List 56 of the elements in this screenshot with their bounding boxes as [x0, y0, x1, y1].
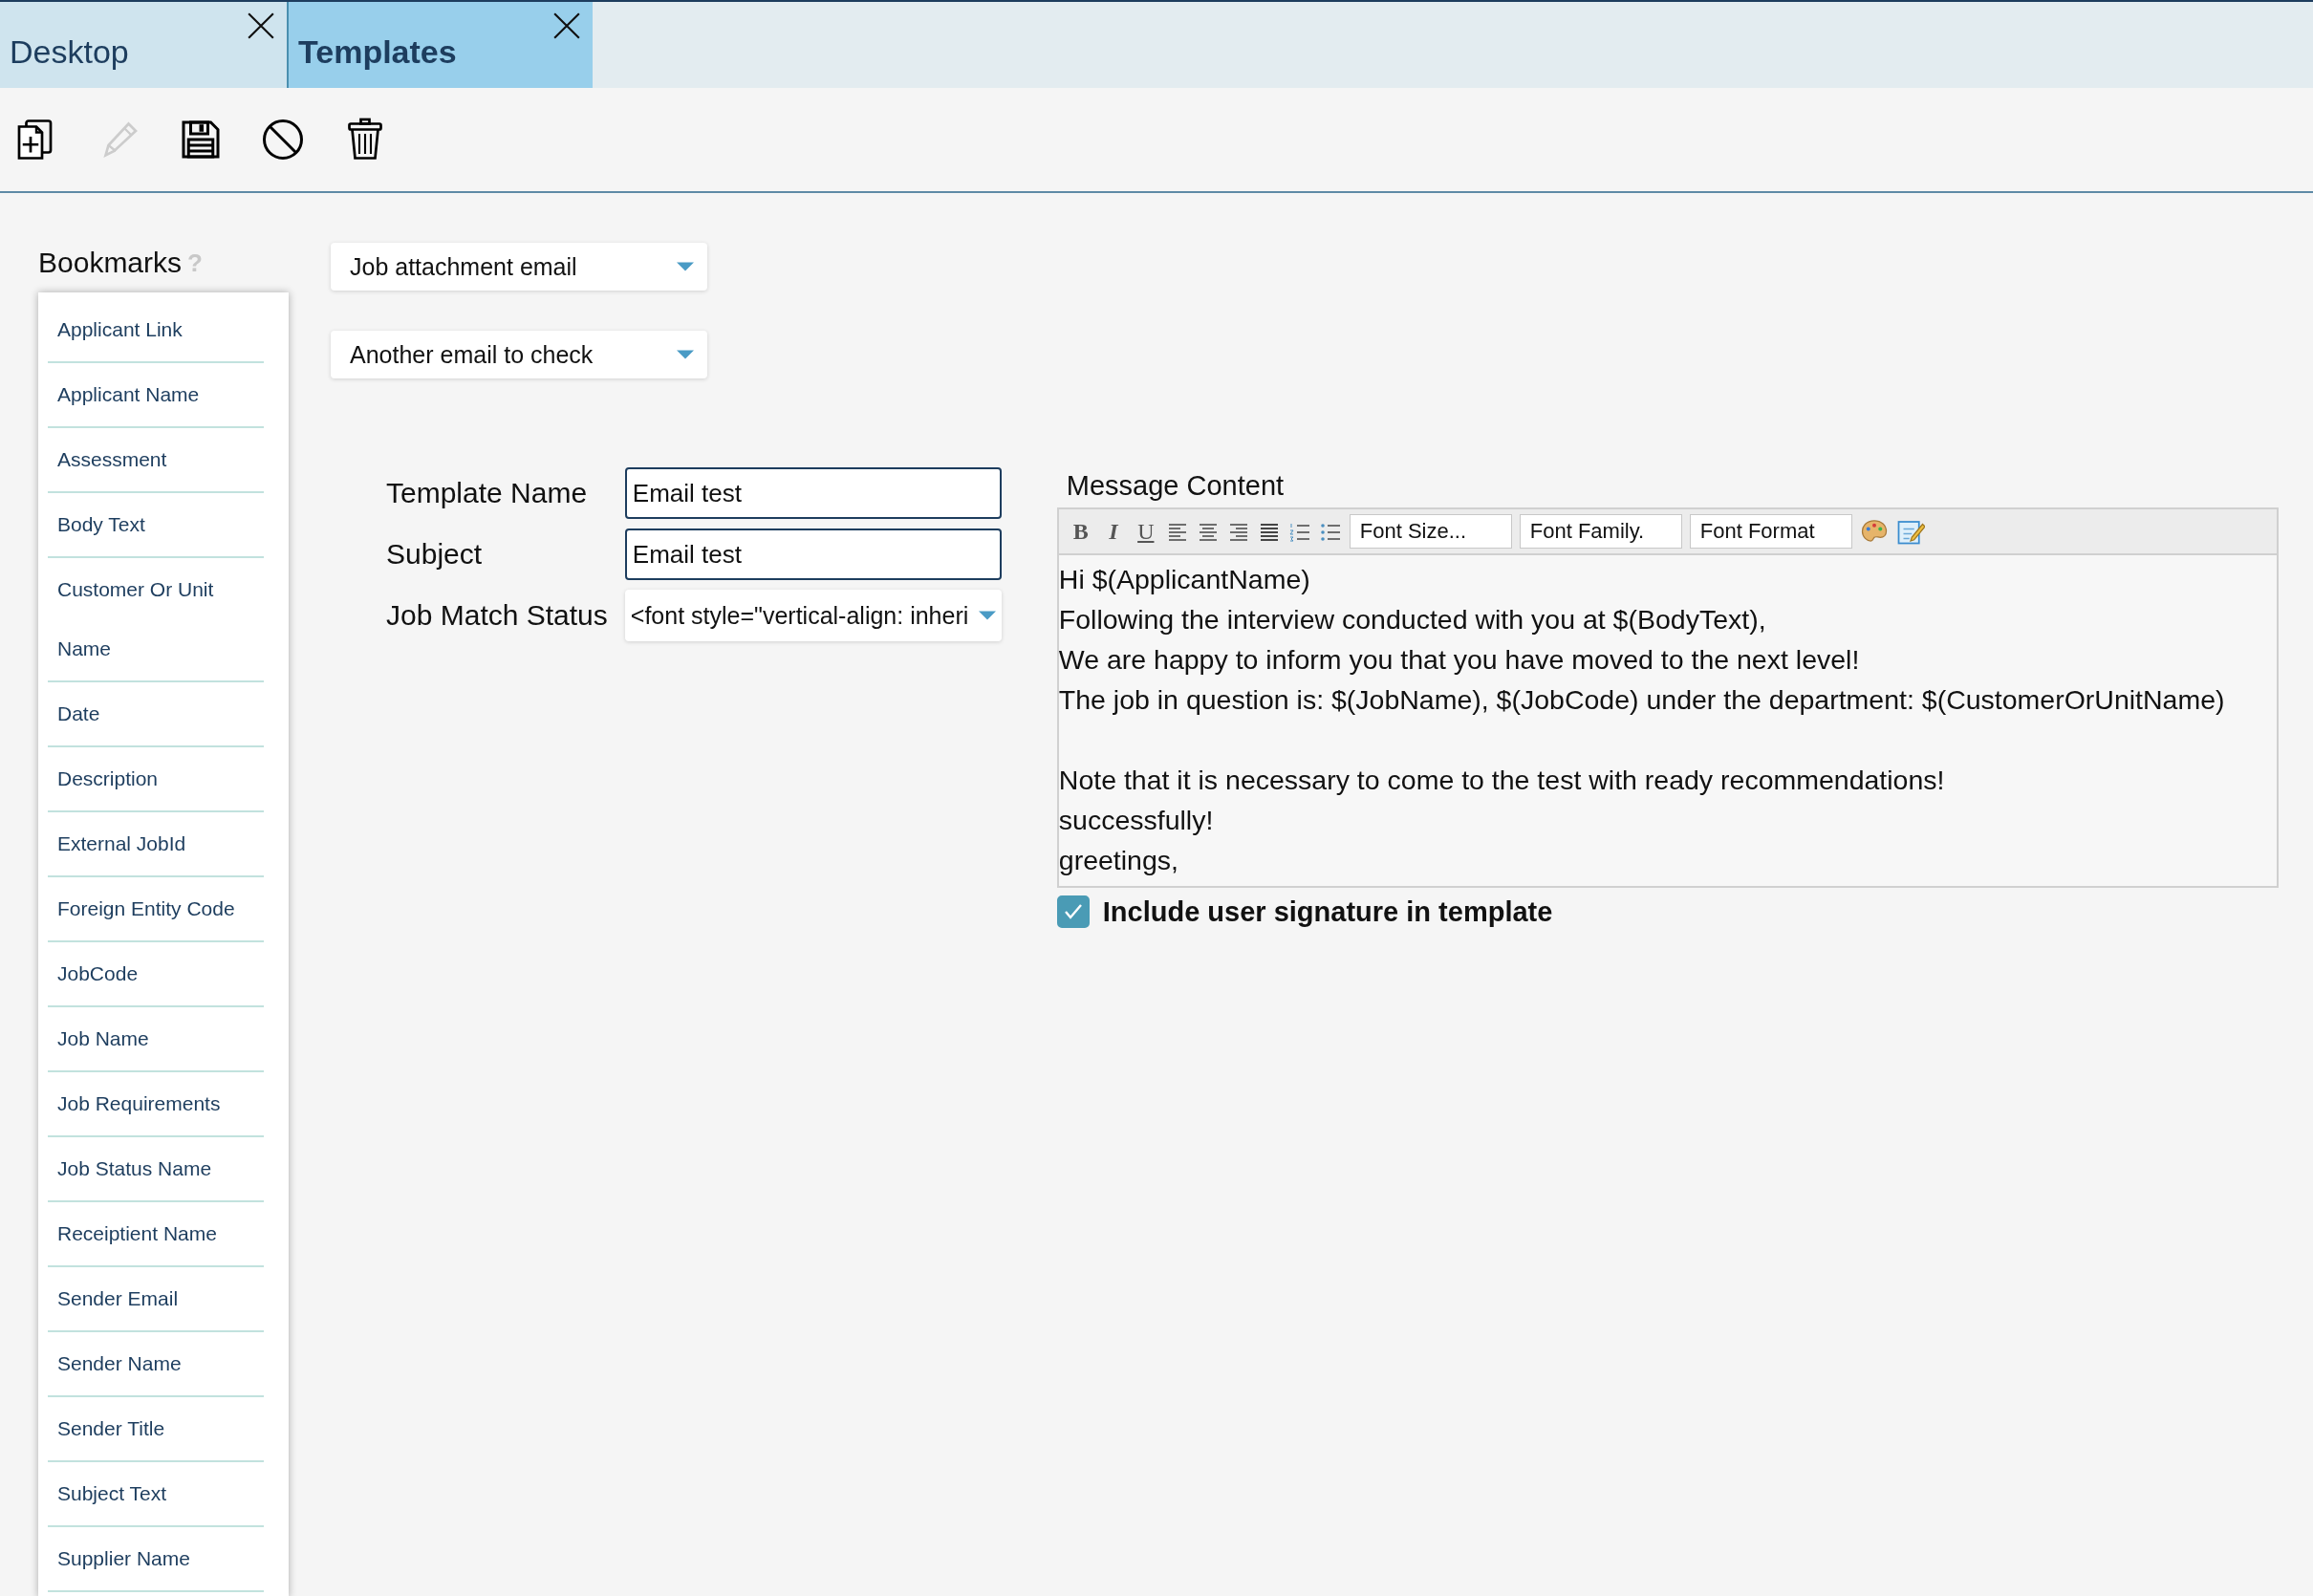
dropdown-caret-icon [677, 262, 694, 271]
italic-button[interactable]: I [1100, 518, 1126, 545]
dropdown-caret-icon [677, 350, 694, 359]
underline-button[interactable]: U [1133, 518, 1158, 545]
bookmark-item[interactable]: Assessment [48, 428, 264, 493]
bookmark-item[interactable]: Job Status Name [48, 1137, 264, 1202]
bookmark-item[interactable]: External JobId [48, 812, 264, 877]
message-line: We are happy to inform you that you have moved to the next level! [1058, 643, 1861, 677]
font-select[interactable]: Font Family. [1519, 514, 1682, 549]
checkbox[interactable] [1056, 895, 1090, 928]
bookmark-item[interactable]: Applicant Name [48, 363, 264, 428]
bookmark-item[interactable]: Receiptient Name [48, 1202, 264, 1267]
message-line: Hi $(ApplicantName) [1058, 563, 1311, 596]
message-line: The job in question is: $(JobName), $(JobCode) under the department: $(CustomerOrUnitName) [1058, 683, 2226, 717]
dropdown-caret-icon [978, 611, 996, 620]
field-label: Template Name [386, 477, 589, 509]
close-icon[interactable] [552, 11, 581, 40]
bookmark-item[interactable]: Sender Name [48, 1332, 264, 1397]
bookmark-item[interactable]: Job Name [48, 1007, 264, 1072]
bookmark-item[interactable]: Subject Text [48, 1462, 264, 1527]
bookmark-item[interactable]: Job Requirements [48, 1072, 264, 1137]
tab-label: Templates [298, 33, 457, 71]
field-label: Subject [386, 538, 484, 571]
tab[interactable]: Templates [287, 2, 593, 88]
template-dropdown[interactable]: Another email to check [331, 331, 707, 378]
bookmark-item[interactable]: Applicant Link [48, 298, 264, 363]
field-label: Job Match Status [386, 599, 608, 632]
message-line: Following the interview conducted with you at $(BodyText), [1058, 603, 1767, 636]
bookmark-item[interactable]: Date [48, 682, 264, 747]
dropdown-value: Job attachment email [350, 252, 577, 281]
dropdown-value: Another email to check [350, 340, 594, 369]
close-icon[interactable] [247, 11, 275, 40]
rich-text-editor[interactable] [1056, 507, 2279, 888]
checkbox-label: Include user signature in template [1102, 895, 1553, 928]
input-field[interactable]: Email test [624, 528, 1002, 580]
message-line: successfully! [1058, 804, 1215, 837]
bookmark-item[interactable]: Sender Title [48, 1397, 264, 1462]
message-line: greetings, [1058, 844, 1179, 877]
input-field[interactable]: Email test [624, 467, 1002, 519]
bookmarks-title: Bookmarks [38, 247, 183, 279]
bookmark-item[interactable]: Supplier Name [48, 1527, 264, 1592]
bookmark-item[interactable]: Sender Email [48, 1267, 264, 1332]
tab-label: Desktop [10, 33, 129, 71]
bookmark-item[interactable]: Customer Or Unit Name [48, 558, 264, 682]
message-content-label: Message Content [1065, 470, 1286, 502]
bookmark-item[interactable]: Description [48, 747, 264, 812]
font-select[interactable]: Font Format [1689, 514, 1852, 549]
bookmark-item[interactable]: Body Text [48, 493, 264, 558]
font-select[interactable]: Font Size... [1349, 514, 1512, 549]
bookmark-item[interactable]: JobCode [48, 942, 264, 1007]
bookmark-item[interactable]: Foreign Entity Code [48, 877, 264, 942]
template-dropdown[interactable]: Job attachment email [331, 243, 707, 291]
message-line: Note that it is necessary to come to the test with ready recommendations! [1058, 764, 1946, 797]
bold-button[interactable]: B [1068, 518, 1093, 545]
status-dropdown[interactable]: <font style="vertical-align: inheri [624, 590, 1002, 641]
tab[interactable]: Desktop [0, 2, 287, 88]
